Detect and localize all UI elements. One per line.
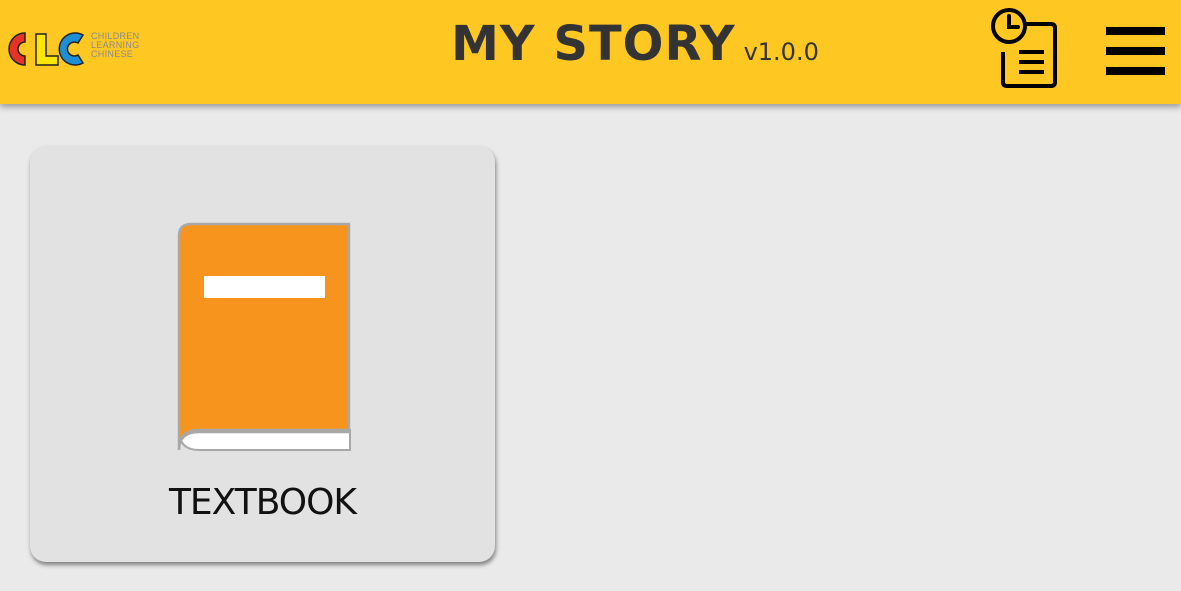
app-version: v1.0.0 bbox=[743, 38, 819, 66]
history-button[interactable] bbox=[988, 6, 1060, 90]
history-clipboard-icon bbox=[991, 8, 1057, 88]
menu-button[interactable] bbox=[1104, 24, 1166, 78]
book-icon bbox=[177, 222, 351, 451]
textbook-card-label: TEXTBOOK bbox=[168, 482, 357, 523]
textbook-card[interactable]: TEXTBOOK bbox=[30, 146, 495, 562]
app-title: MY STORY bbox=[451, 16, 736, 72]
app-header: CHILDREN LEARNING CHINESE MY STORY v1.0.0 bbox=[0, 0, 1181, 104]
